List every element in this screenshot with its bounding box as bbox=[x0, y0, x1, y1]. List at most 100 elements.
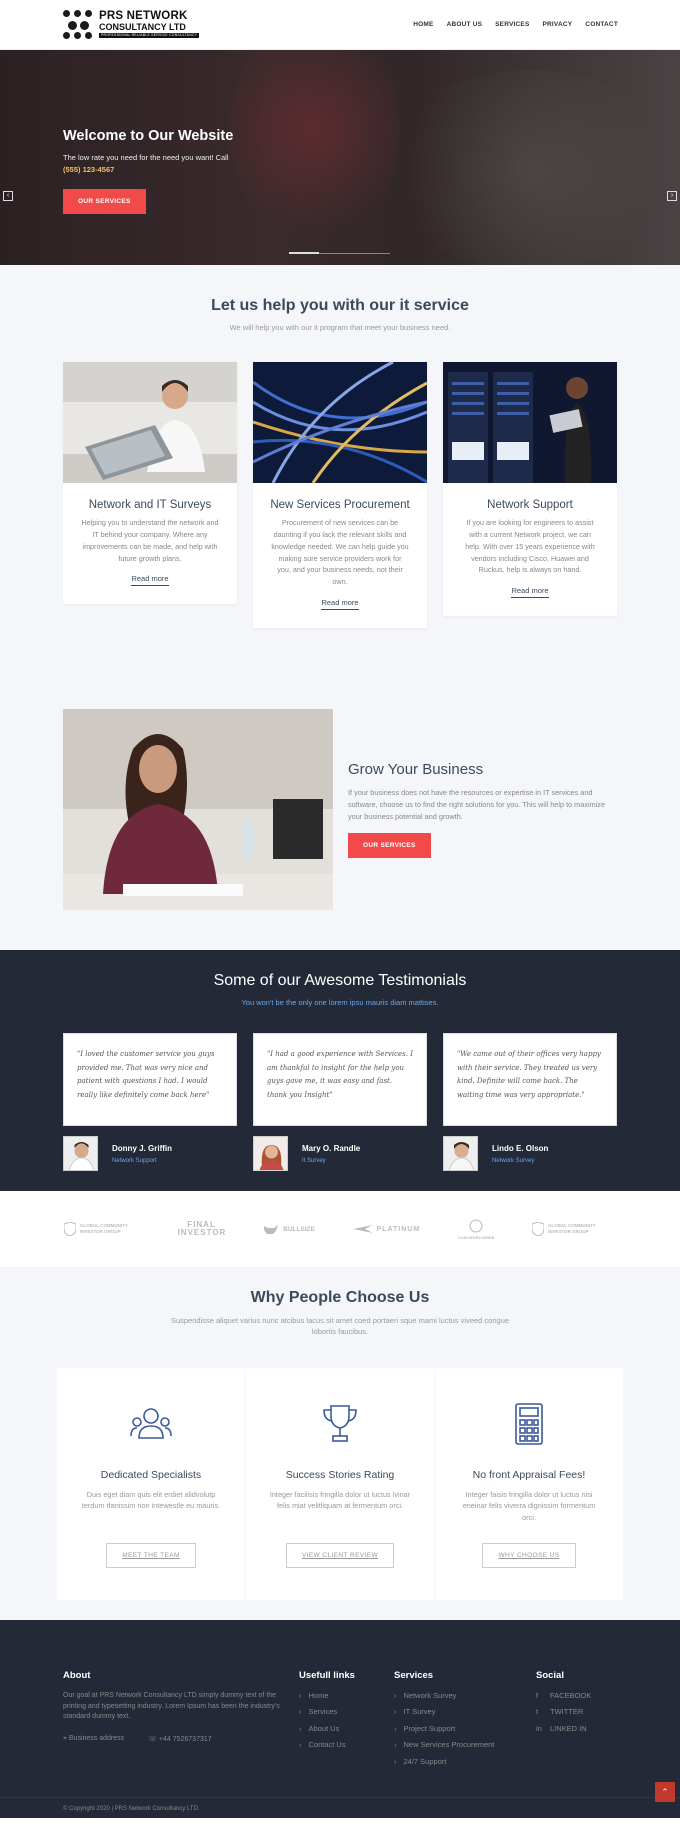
services-subtitle: We will help you with our it program tha… bbox=[229, 323, 451, 332]
partner-logo-text: BULLSIZE bbox=[283, 1225, 315, 1233]
slider-indicator[interactable] bbox=[289, 252, 390, 254]
social-facebook[interactable]: f FACEBOOK bbox=[536, 1691, 591, 1700]
location-pin-icon: ⌖ bbox=[63, 1735, 67, 1743]
nav-home[interactable]: HOME bbox=[413, 21, 433, 28]
trophy-icon bbox=[323, 1404, 357, 1442]
footer-service-item[interactable]: Project Support bbox=[394, 1724, 536, 1733]
footer-divider bbox=[0, 1796, 680, 1798]
facebook-icon: f bbox=[536, 1690, 539, 1700]
why-card-title: Dedicated Specialists bbox=[100, 1468, 202, 1481]
footer-link-home[interactable]: Home bbox=[299, 1691, 394, 1700]
read-more-link[interactable]: Read more bbox=[321, 598, 359, 611]
why-card: Dedicated Specialists Duis eget diam qui… bbox=[57, 1367, 245, 1600]
testimonial-role: It Survey bbox=[302, 1157, 326, 1164]
avatar bbox=[443, 1136, 478, 1172]
footer-phone-text: +44 7526737317 bbox=[158, 1736, 212, 1744]
team-icon bbox=[130, 1407, 172, 1439]
service-card: New Services Procurement Procurement of … bbox=[253, 362, 427, 629]
hero-services-button[interactable]: OUR SERVICES bbox=[63, 189, 146, 214]
services-section: Let us help you with our it service We w… bbox=[0, 265, 680, 669]
footer-service-item[interactable]: New Services Procurement bbox=[394, 1740, 536, 1749]
hero-phone: (555) 123-4567 bbox=[63, 165, 115, 174]
testimonial-quote: "I had a good experience with Services. … bbox=[253, 1033, 427, 1127]
why-section: Why People Choose Us Suspendisse aliquet… bbox=[0, 1267, 680, 1620]
partner-logo-text: GLOBAL COMMUNITY INVESTOR GROUP bbox=[548, 1223, 596, 1235]
logo-line2: CONSULTANCY LTD bbox=[99, 21, 186, 32]
partner-logo[interactable]: COIN WORLDWIDE bbox=[457, 1219, 495, 1240]
avatar bbox=[63, 1136, 98, 1172]
service-image-support bbox=[443, 362, 617, 483]
partner-logo[interactable]: GLOBAL COMMUNITY INVESTOR GROUP bbox=[532, 1222, 608, 1237]
social-label: LINKED IN bbox=[550, 1723, 587, 1733]
service-card: Network and IT Surveys Helping you to un… bbox=[63, 362, 237, 605]
footer-service-item[interactable]: Network Survey bbox=[394, 1691, 536, 1700]
service-text: Procurement of new services can be daunt… bbox=[271, 517, 409, 587]
footer-service-item[interactable]: 24/7 Support bbox=[394, 1757, 536, 1766]
meet-team-button[interactable]: MEET THE TEAM bbox=[106, 1542, 196, 1568]
page: PRS NETWORK CONSULTANCY LTD PROFESSIONAL… bbox=[0, 0, 680, 1818]
social-linkedin[interactable]: in LINKED IN bbox=[536, 1724, 591, 1733]
footer-service-item[interactable]: IT Survey bbox=[394, 1707, 536, 1716]
footer-about-text: Our goal at PRS Network Consultancy LTD … bbox=[63, 1691, 280, 1721]
social-twitter[interactable]: t TWITTER bbox=[536, 1707, 591, 1716]
back-to-top-icon[interactable]: ⌃ bbox=[655, 1781, 675, 1802]
testimonials-subtitle: You won't be the only one lorem ipsu mau… bbox=[241, 998, 439, 1008]
bull-icon bbox=[264, 1225, 279, 1235]
footer-social: Social f FACEBOOK t TWITTER in LINKED IN bbox=[536, 1670, 591, 1774]
linkedin-icon: in bbox=[536, 1723, 542, 1733]
footer-phone[interactable]: ☏ +44 7526737317 bbox=[148, 1735, 211, 1743]
nav-services[interactable]: SERVICES bbox=[495, 21, 529, 28]
footer-link-services[interactable]: Services bbox=[299, 1707, 394, 1716]
service-text: Helping you to understand the network an… bbox=[81, 517, 219, 563]
testimonial-quote: "We came out of their offices very happy… bbox=[443, 1033, 617, 1127]
partner-logo-text: COIN WORLDWIDE bbox=[457, 1234, 495, 1240]
main-nav: HOME ABOUT US SERVICES PRIVACY CONTACT bbox=[413, 21, 618, 28]
slider-prev-icon[interactable]: ‹ bbox=[3, 191, 13, 201]
testimonials-section: Some of our Awesome Testimonials You won… bbox=[0, 950, 680, 1192]
read-more-link[interactable]: Read more bbox=[131, 574, 169, 587]
why-title: Why People Choose Us bbox=[250, 1289, 430, 1307]
footer-about-title: About bbox=[63, 1669, 91, 1681]
view-client-review-button[interactable]: VIEW CLIENT REVIEW bbox=[285, 1542, 395, 1568]
partner-logo[interactable]: GLOBAL COMMUNITY INVESTOR GROUP bbox=[64, 1222, 140, 1237]
footer-address: ⌖ Business address bbox=[63, 1735, 124, 1743]
nav-about-us[interactable]: ABOUT US bbox=[447, 21, 483, 28]
shield-icon bbox=[532, 1222, 544, 1237]
nav-privacy[interactable]: PRIVACY bbox=[542, 21, 572, 28]
twitter-icon: t bbox=[536, 1707, 539, 1717]
testimonial-quote: "I loved the customer service you guys p… bbox=[63, 1033, 237, 1127]
why-choose-us-button[interactable]: WHY CHOOSE US bbox=[482, 1542, 576, 1568]
slider-next-icon[interactable]: › bbox=[667, 191, 677, 201]
partner-logo[interactable]: FINAL INVESTOR bbox=[178, 1221, 226, 1237]
testimonial-name: Mary O. Randle bbox=[302, 1143, 361, 1153]
nav-contact[interactable]: CONTACT bbox=[585, 21, 618, 28]
why-card: No front Appraisal Fees! Integer faisis … bbox=[435, 1367, 623, 1600]
footer-about: About Our goal at PRS Network Consultanc… bbox=[63, 1670, 299, 1774]
logo[interactable]: PRS NETWORK CONSULTANCY LTD PROFESSIONAL… bbox=[63, 9, 200, 40]
testimonial-name: Donny J. Griffin bbox=[112, 1143, 172, 1153]
grow-services-button[interactable]: OUR SERVICES bbox=[348, 833, 431, 859]
social-label: FACEBOOK bbox=[550, 1690, 592, 1700]
read-more-link[interactable]: Read more bbox=[511, 586, 549, 599]
why-subtitle: Suspendisse aliquet varius nunc atcibus … bbox=[170, 1316, 510, 1337]
avatar bbox=[253, 1136, 288, 1172]
hero-text: The low rate you need for the need you w… bbox=[63, 153, 229, 162]
partner-logo[interactable]: PLATINUM bbox=[352, 1224, 421, 1234]
footer-social-title: Social bbox=[536, 1669, 564, 1681]
service-text: If you are looking for engineers to assi… bbox=[465, 517, 595, 575]
footer-link-contact-us[interactable]: Contact Us bbox=[299, 1740, 394, 1749]
footer-links: Usefull links Home Services About Us Con… bbox=[299, 1670, 394, 1774]
site-header: PRS NETWORK CONSULTANCY LTD PROFESSIONAL… bbox=[0, 0, 680, 50]
grow-photo bbox=[63, 709, 333, 911]
footer-link-about-us[interactable]: About Us bbox=[299, 1724, 394, 1733]
phone-icon: ☏ bbox=[148, 1736, 157, 1744]
footer-services-title: Services bbox=[394, 1669, 434, 1681]
calculator-icon bbox=[515, 1402, 543, 1445]
site-footer: About Our goal at PRS Network Consultanc… bbox=[0, 1619, 680, 1818]
why-card: Success Stories Rating Integer facilisis… bbox=[246, 1367, 434, 1600]
partner-logo[interactable]: BULLSIZE bbox=[263, 1223, 315, 1235]
why-card-text: Integer facilisis fringilla dolor ut luc… bbox=[269, 1489, 411, 1511]
social-label: TWITTER bbox=[550, 1707, 584, 1717]
grow-title: Grow Your Business bbox=[348, 761, 484, 779]
service-title: New Services Procurement bbox=[270, 499, 410, 511]
